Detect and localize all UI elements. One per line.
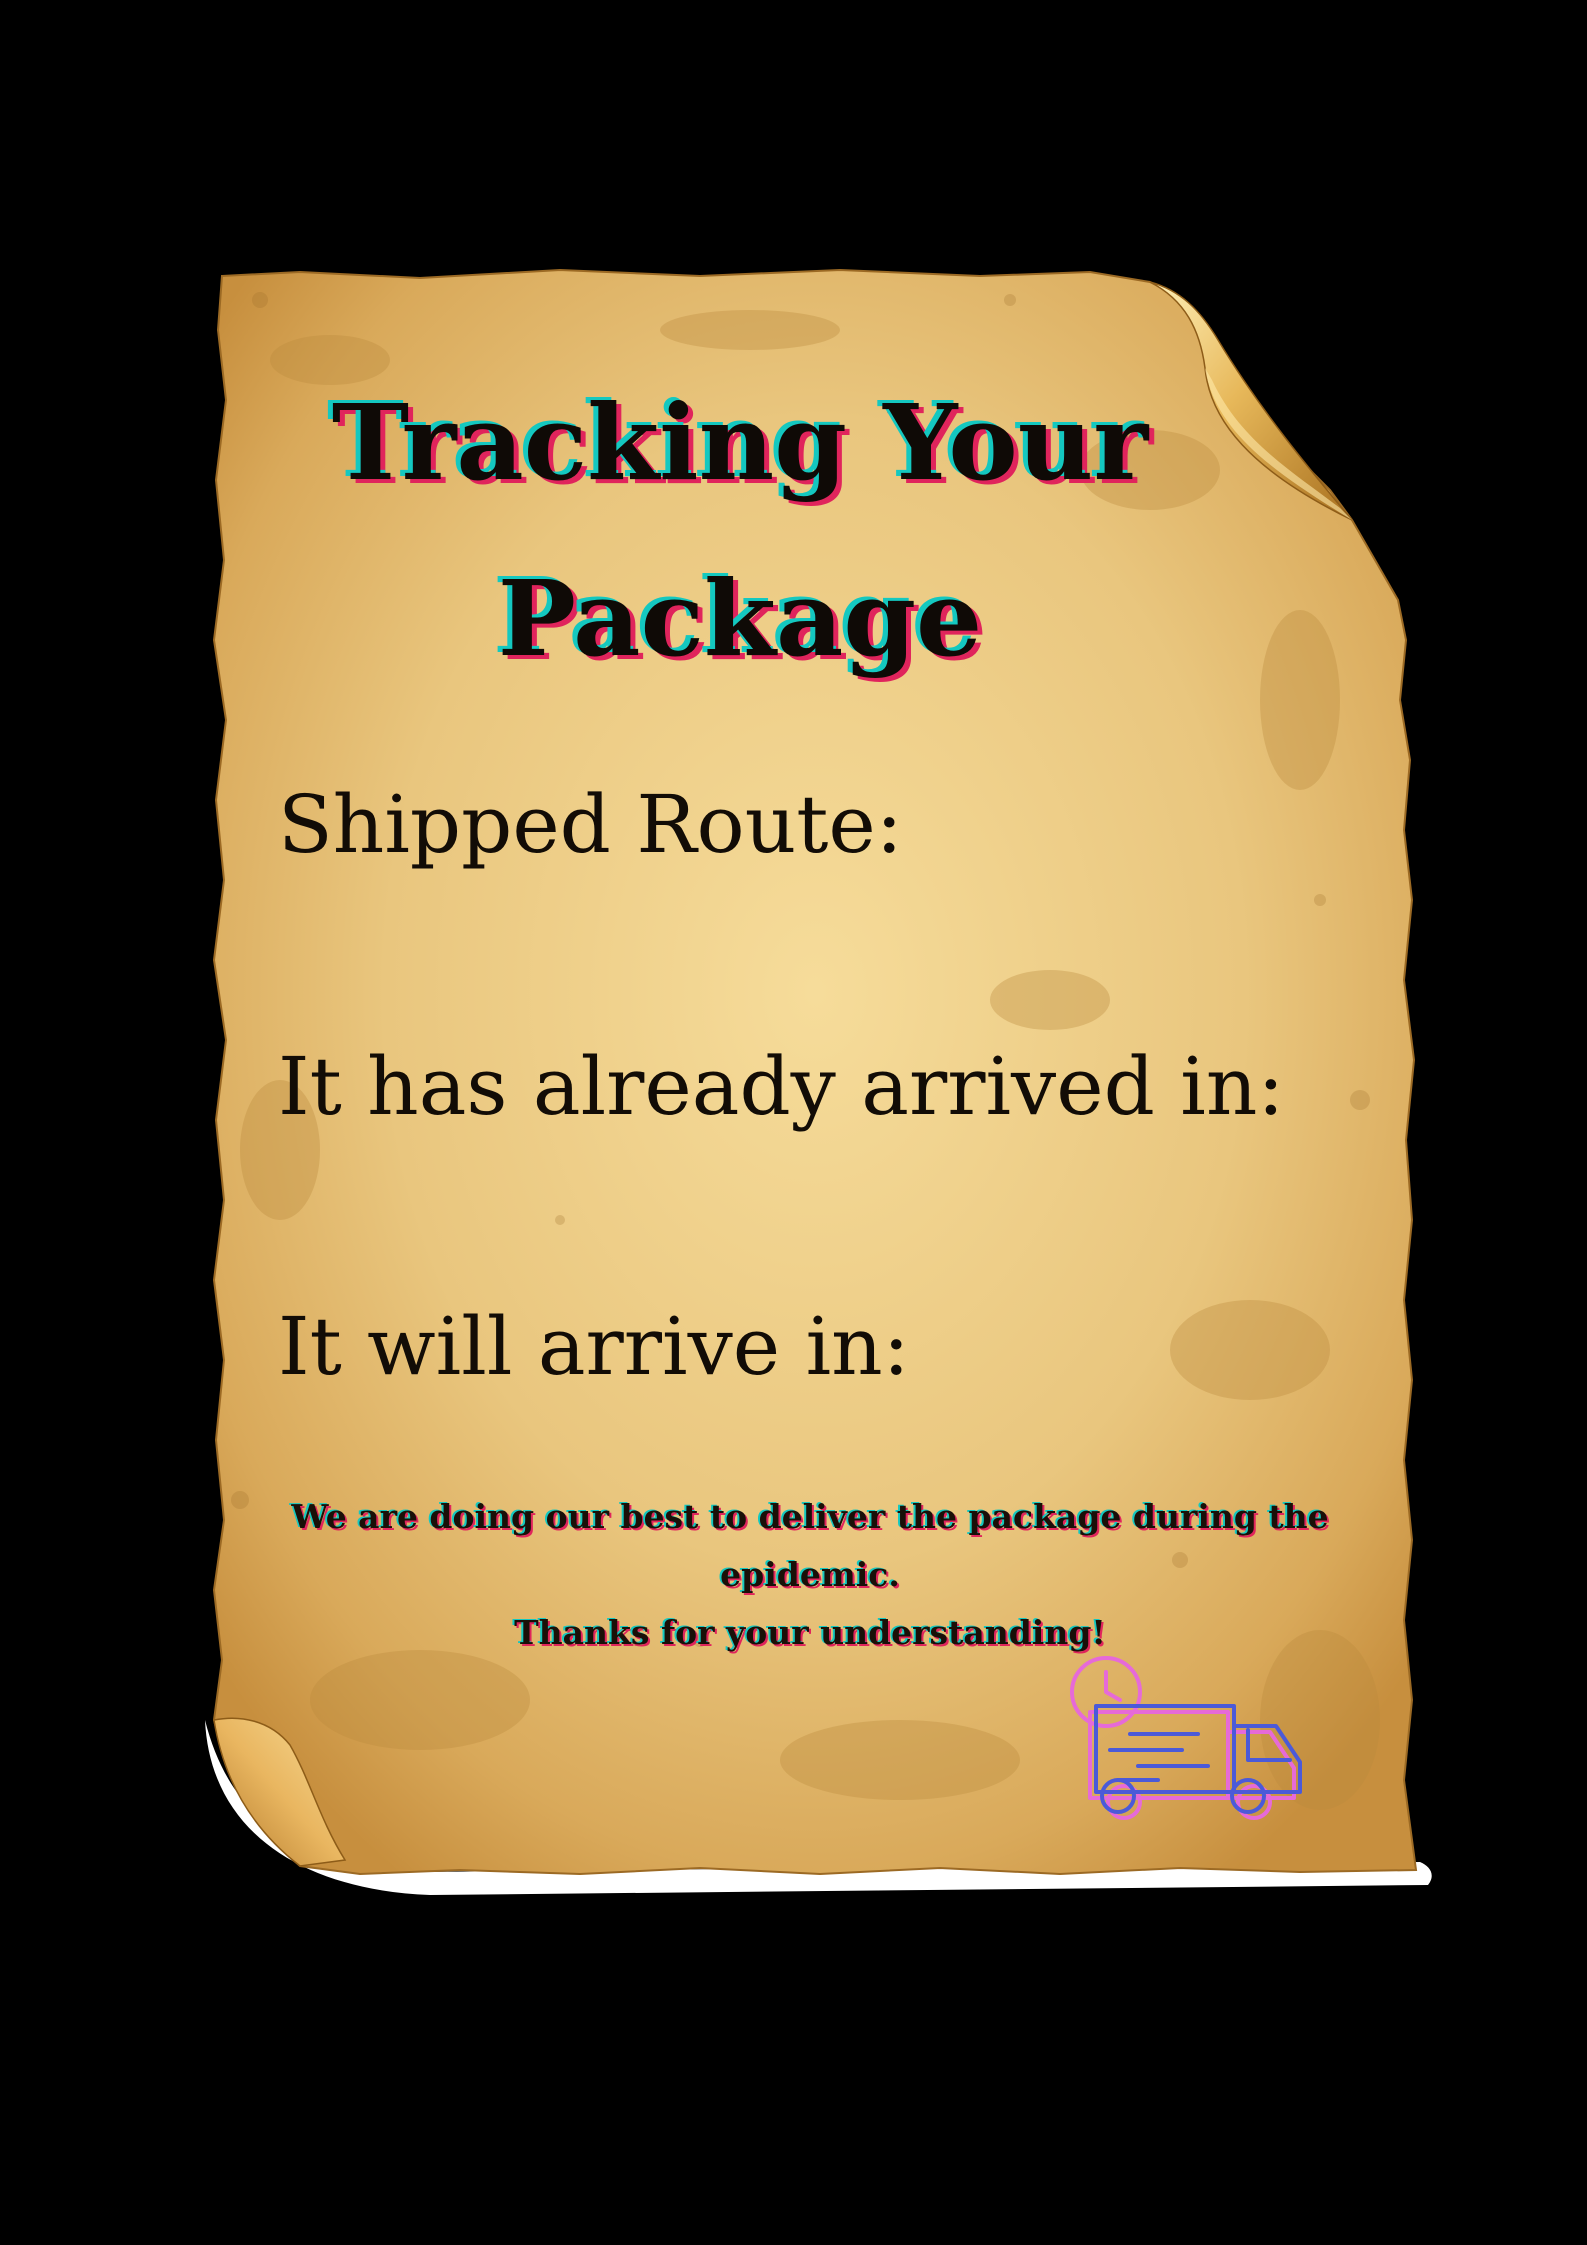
page-title: Tracking Your Package: [300, 355, 1180, 707]
shipped-route-label: Shipped Route:: [278, 778, 903, 871]
page-canvas: Tracking Your Package Shipped Route: It …: [0, 0, 1587, 2245]
will-arrive-label: It will arrive in:: [278, 1300, 910, 1393]
clock-icon: [1070, 1656, 1142, 1728]
title-line-1: Tracking Your: [331, 381, 1149, 504]
note-line-1: We are doing our best to deliver the pac…: [291, 1497, 1329, 1594]
epidemic-note: We are doing our best to deliver the pac…: [230, 1488, 1390, 1662]
arrived-in-label: It has already arrived in:: [278, 1040, 1285, 1133]
delivery-truck-icon: [1070, 1656, 1302, 1820]
title-line-2: Package: [497, 557, 983, 680]
